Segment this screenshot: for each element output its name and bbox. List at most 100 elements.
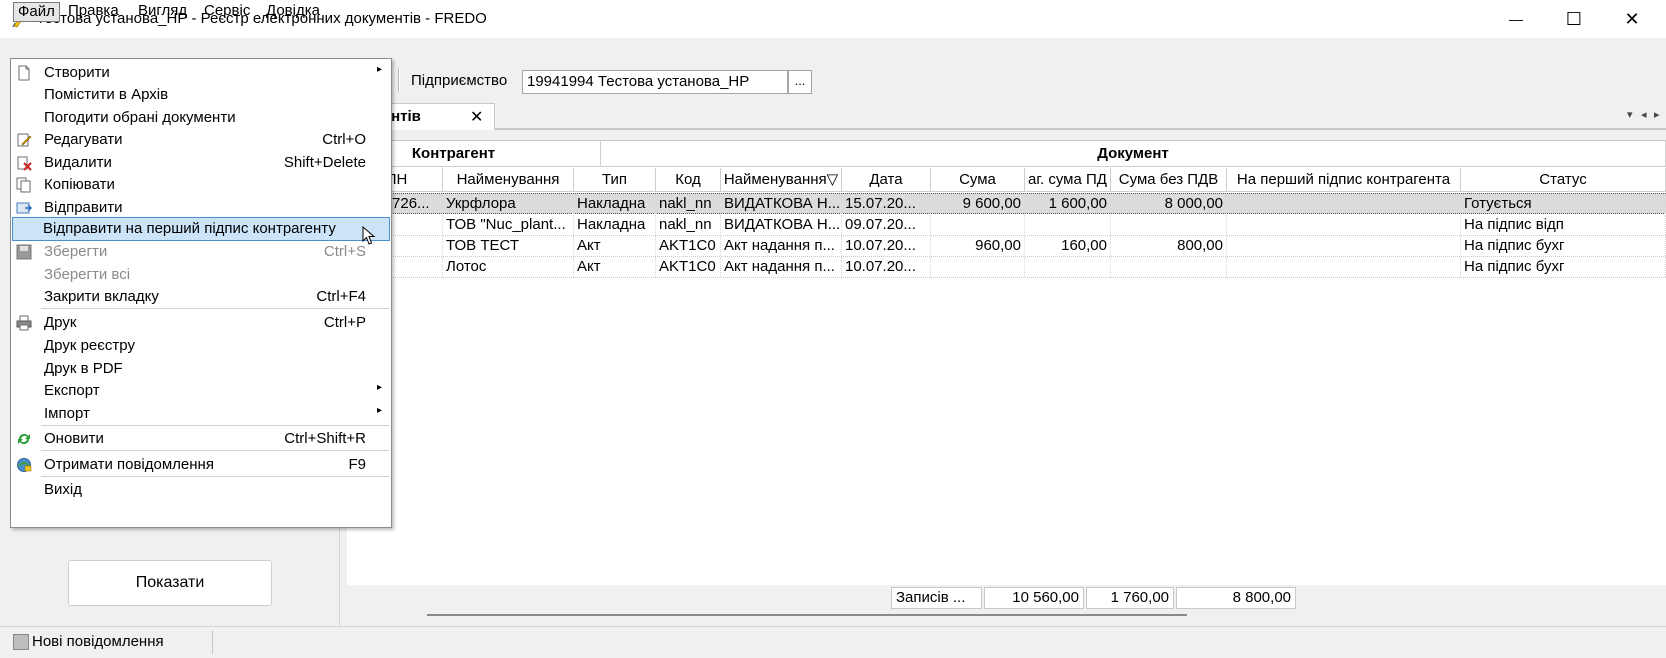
maximize-button[interactable]: ☐ [1545, 0, 1603, 38]
minimize-icon: — [1509, 11, 1523, 27]
column-header-sum[interactable]: Сума [931, 168, 1025, 192]
tab-close-icon[interactable]: ✕ [470, 107, 483, 127]
receive-messages-icon [17, 458, 32, 472]
close-window-button[interactable]: ✕ [1603, 0, 1661, 38]
column-header-doc-name-label: Найменування [723, 171, 827, 188]
menu-view[interactable]: Вигляд [134, 2, 191, 22]
company-label: Підприємство [411, 72, 508, 89]
records-count: Записів ... [891, 587, 982, 609]
cell-date: 10.07.20... [842, 257, 931, 277]
menu-item-create-label: Створити [44, 64, 110, 81]
cell-status: Готується [1461, 194, 1666, 214]
cell-type: Акт [574, 236, 656, 256]
menu-item-send-first-sign[interactable]: Відправити на перший підпис контрагенту [12, 217, 390, 245]
column-header-date[interactable]: Дата [842, 168, 931, 192]
menu-item-exit-label: Вихід [44, 481, 82, 498]
menu-item-import-label: Імпорт [44, 405, 90, 422]
cell-code: nakl_nn [656, 194, 721, 214]
menu-item-receive-messages[interactable]: Отримати повідомлення F9 [12, 453, 390, 477]
company-select-button[interactable]: ... [788, 70, 812, 94]
sort-desc-icon: ▽ [826, 171, 839, 188]
group-header-document: Документ [601, 141, 1666, 167]
minimize-button[interactable]: — [1487, 0, 1545, 38]
menu-item-delete[interactable]: Видалити Shift+Delete [12, 151, 390, 175]
horizontal-scrollbar[interactable] [347, 610, 1666, 624]
menu-item-save[interactable]: Зберегти Ctrl+S [12, 240, 390, 264]
menu-item-export[interactable]: Експорт ▸ [12, 379, 390, 403]
submenu-arrow-icon: ▸ [376, 405, 382, 416]
cell-no-vat [1111, 257, 1227, 277]
send-icon [16, 202, 32, 214]
menu-edit[interactable]: Правка [64, 2, 123, 22]
menu-item-copy[interactable]: Копіювати [12, 173, 390, 197]
table-row[interactable]: ТОВ ТЕСТ Акт AKT1C0 Акт надання п... 10.… [347, 236, 1666, 257]
cell-date: 10.07.20... [842, 236, 931, 256]
menu-file[interactable]: Файл [13, 2, 60, 22]
cell-code: AKT1C0 [656, 257, 721, 277]
menu-item-edit-shortcut: Ctrl+O [322, 131, 366, 148]
menu-item-save-all-label: Зберегти всі [44, 266, 131, 283]
show-button[interactable]: Показати [68, 560, 272, 606]
menu-item-create[interactable]: Створити ▸ [12, 61, 390, 85]
menu-item-edit[interactable]: Редагувати Ctrl+O [12, 128, 390, 152]
cell-no-vat: 800,00 [1111, 236, 1227, 256]
column-header-name[interactable]: Найменування [443, 168, 574, 192]
table-row[interactable]: 577726... Укрфлора Накладна nakl_nn ВИДА… [347, 193, 1666, 214]
total-no-vat: 8 800,00 [1176, 587, 1296, 609]
horizontal-scrollbar-thumb[interactable] [427, 614, 1187, 616]
cell-sum: 9 600,00 [931, 194, 1025, 214]
cell-code: nakl_nn [656, 215, 721, 235]
company-field[interactable]: 19941994 Тестова установа_НР [522, 70, 788, 94]
delete-icon [17, 156, 32, 171]
column-header-doc-name[interactable]: Найменування▽ [721, 168, 842, 192]
file-menu-dropdown: Створити ▸ Помістити в Архів Погодити об… [10, 58, 392, 528]
close-icon: ✕ [1624, 8, 1640, 29]
total-vat: 1 760,00 [1086, 587, 1174, 609]
tab-list-icon[interactable]: ▾ [1627, 108, 1633, 121]
menu-service[interactable]: Сервіс [200, 2, 254, 22]
menu-item-close-tab[interactable]: Закрити вкладку Ctrl+F4 [12, 285, 390, 309]
menu-item-print-pdf[interactable]: Друк в PDF [12, 357, 390, 381]
edit-icon [17, 133, 32, 147]
column-header-first-sign[interactable]: На перший підпис контрагента [1227, 168, 1461, 192]
tab-next-icon[interactable]: ▸ [1654, 108, 1660, 121]
menu-item-archive[interactable]: Помістити в Архів [12, 83, 390, 107]
cell-doc-name: ВИДАТКОВА Н... [721, 215, 842, 235]
menu-help[interactable]: Довідка [262, 2, 324, 22]
column-header-code[interactable]: Код [656, 168, 721, 192]
tab-strip [347, 102, 1666, 130]
menu-separator [41, 425, 389, 426]
status-text[interactable]: Нові повідомлення [32, 633, 164, 650]
menu-item-print[interactable]: Друк Ctrl+P [12, 311, 390, 335]
cell-no-vat: 8 000,00 [1111, 194, 1227, 214]
menu-item-exit[interactable]: Вихід [12, 478, 390, 502]
menu-item-copy-label: Копіювати [44, 176, 115, 193]
menu-separator [41, 308, 389, 309]
menu-item-save-label: Зберегти [44, 243, 108, 260]
column-header-status[interactable]: Статус [1461, 168, 1666, 192]
cell-no-vat [1111, 215, 1227, 235]
status-separator [212, 630, 213, 654]
menu-item-save-all[interactable]: Зберегти всі [12, 263, 390, 287]
cell-date: 09.07.20... [842, 215, 931, 235]
cell-sum [931, 257, 1025, 277]
copy-icon [16, 177, 31, 193]
menu-item-print-registry[interactable]: Друк реєстру [12, 334, 390, 358]
refresh-icon [18, 434, 30, 444]
tab-prev-icon[interactable]: ◂ [1641, 108, 1647, 121]
column-header-sum-no-vat[interactable]: Сума без ПДВ [1111, 168, 1227, 192]
cell-first-sign [1227, 236, 1461, 256]
table-row[interactable]: Лотос Акт AKT1C0 Акт надання п... 10.07.… [347, 257, 1666, 278]
menu-item-refresh[interactable]: Оновити Ctrl+Shift+R [12, 427, 390, 451]
menu-item-delete-label: Видалити [44, 154, 112, 171]
column-header-type[interactable]: Тип [574, 168, 656, 192]
cell-status: На підпис бухг [1461, 236, 1666, 256]
menu-item-approve-label: Погодити обрані документи [44, 109, 236, 126]
cell-sum [931, 215, 1025, 235]
menu-item-print-pdf-label: Друк в PDF [44, 360, 123, 377]
menu-item-save-shortcut: Ctrl+S [323, 243, 366, 260]
table-row[interactable]: ТОВ "Nuc_plant... Накладна nakl_nn ВИДАТ… [347, 215, 1666, 236]
menu-item-import[interactable]: Імпорт ▸ [12, 402, 390, 426]
menu-item-approve[interactable]: Погодити обрані документи [12, 106, 390, 130]
column-header-vat-sum[interactable]: аг. сума ПД [1025, 168, 1111, 192]
